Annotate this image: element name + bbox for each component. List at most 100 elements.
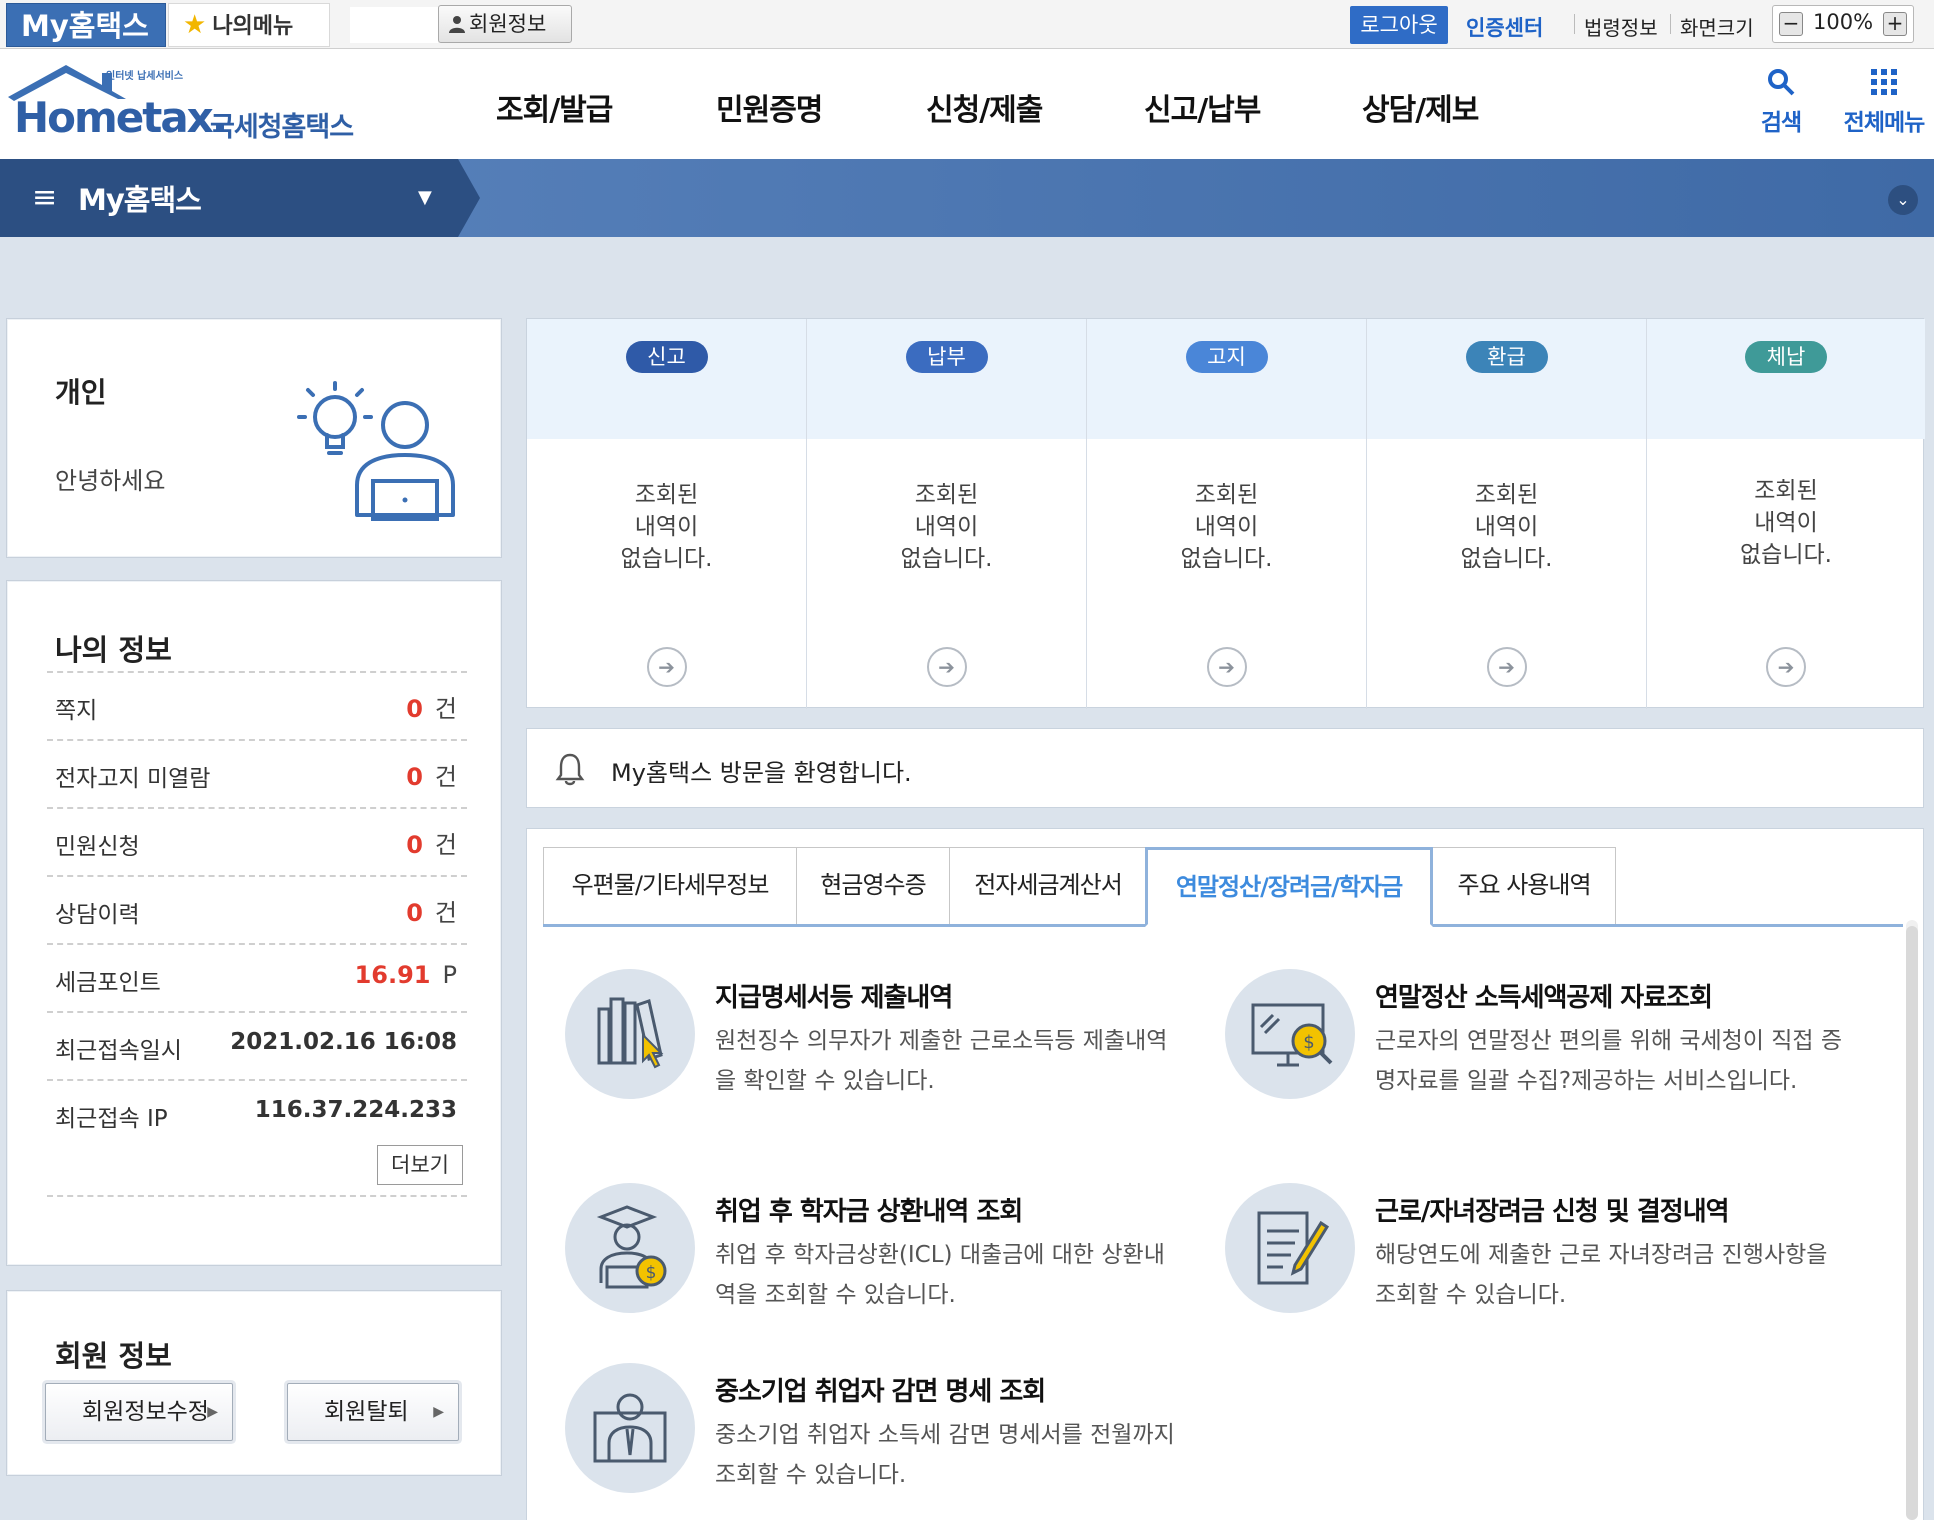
tab-usage-history[interactable]: 주요 사용내역 <box>1432 847 1616 924</box>
logo-korean-text: 국세청홈택스 <box>210 112 354 143</box>
info-value: 0건 <box>406 893 457 928</box>
tile-header <box>1087 319 1366 439</box>
note-count[interactable]: 0 <box>406 695 423 723</box>
withdraw-label: 회원탈퇴 <box>324 1399 409 1425</box>
service-title: 취업 후 학자금 상환내역 조회 <box>715 1197 1023 1227</box>
expand-nav-button[interactable]: ⌄ <box>1888 185 1918 215</box>
more-button[interactable]: 더보기 <box>377 1145 463 1185</box>
tile-message-line: 없습니다. <box>1460 546 1553 572</box>
tile-message-line: 없습니다. <box>1740 542 1832 568</box>
tile-message-line: 조회된 <box>1194 482 1259 508</box>
tile-payment[interactable]: 납부 조회된 내역이 없습니다. ➔ <box>807 319 1087 709</box>
zoom-value: 100% <box>1813 10 1874 34</box>
service-tabs: 우편물/기타세무정보 현금영수증 전자세금계산서 연말정산/장려금/학자금 주요… <box>543 847 1903 927</box>
info-label: 최근접속 IP <box>55 1106 168 1132</box>
tile-refund[interactable]: 환급 조회된 내역이 없습니다. ➔ <box>1367 319 1647 709</box>
graduate-icon: $ <box>565 1183 695 1313</box>
arrow-right-circle-icon[interactable]: ➔ <box>926 647 967 687</box>
service-desc: 해당연도에 제출한 근로 자녀장려금 진행사항을 조회할 수 있습니다. <box>1375 1242 1828 1308</box>
tab-year-end-settlement[interactable]: 연말정산/장려금/학자금 <box>1145 847 1433 927</box>
bell-icon <box>555 753 585 786</box>
tile-header <box>807 319 1086 439</box>
tab-e-tax-invoice[interactable]: 전자세금계산서 <box>949 847 1147 924</box>
info-row-last-ip: 최근접속 IP 116.37.224.233 <box>47 1079 467 1147</box>
my-hometax-tab[interactable]: My홈택스 <box>6 3 166 47</box>
status-badge: 납부 <box>905 341 988 373</box>
info-unit: 건 <box>434 831 457 859</box>
zoom-out-button[interactable]: − <box>1779 12 1803 36</box>
service-item-deduction-data[interactable]: $ 연말정산 소득세액공제 자료조회 근로자의 연말정산 편의를 위해 국세청이… <box>1225 969 1865 1149</box>
service-desc: 취업 후 학자금상환(ICL) 대출금에 대한 상환내역을 조회할 수 있습니다… <box>715 1242 1165 1308</box>
panel-scrollbar[interactable] <box>1906 920 1918 1520</box>
document-pen-icon <box>1225 1183 1355 1313</box>
arrow-right-circle-icon[interactable]: ➔ <box>646 647 687 687</box>
cert-center-link[interactable]: 인증센터 <box>1466 12 1543 42</box>
info-row-consult[interactable]: 상담이력 0건 <box>47 875 467 943</box>
greeting-text: 안녕하세요 <box>55 467 166 495</box>
chevron-down-icon: ▼ <box>418 187 432 208</box>
tile-message-line: 조회된 <box>634 482 699 508</box>
edit-member-button[interactable]: 회원정보수정 ▶ <box>45 1383 233 1441</box>
arrow-right-circle-icon[interactable]: ➔ <box>1206 647 1247 687</box>
tab-cash-receipt[interactable]: 현금영수증 <box>796 847 950 924</box>
info-row-tax-point[interactable]: 세금포인트 16.91 P <box>47 943 467 1011</box>
consult-count[interactable]: 0 <box>406 899 423 927</box>
arrow-right-circle-icon[interactable]: ➔ <box>1486 647 1527 687</box>
service-item-student-loan[interactable]: $ 취업 후 학자금 상환내역 조회 취업 후 학자금상환(ICL) 대출금에 … <box>565 1183 1205 1333</box>
info-label: 쪽지 <box>55 698 98 724</box>
gnb-certificate[interactable]: 민원증명 <box>716 85 823 129</box>
info-row-civil[interactable]: 민원신청 0건 <box>47 807 467 875</box>
withdraw-button[interactable]: 회원탈퇴 ▶ <box>287 1383 459 1441</box>
personal-card: 개인 안녕하세요 <box>6 318 502 558</box>
tile-message-line: 내역이 <box>1474 514 1539 540</box>
all-menu-button[interactable]: 전체메뉴 <box>1838 67 1930 137</box>
member-info-button[interactable]: 회원정보 <box>438 5 572 43</box>
logo-small-text: 인터넷 납세서비스 <box>106 71 184 82</box>
info-label: 최근접속일시 <box>55 1038 182 1064</box>
grid-icon <box>1871 69 1897 95</box>
employee-icon <box>565 1363 695 1493</box>
service-panel: 우편물/기타세무정보 현금영수증 전자세금계산서 연말정산/장려금/학자금 주요… <box>526 828 1924 1520</box>
tax-point-value[interactable]: 16.91 <box>355 961 431 989</box>
hometax-logo[interactable]: 인터넷 납세서비스 Hometax. 국세청홈택스 <box>4 63 374 153</box>
gnb-inquiry[interactable]: 조회/발급 <box>496 85 613 129</box>
info-row-note[interactable]: 쪽지 0건 <box>47 671 467 739</box>
info-value: 0건 <box>406 689 457 724</box>
tile-message-line: 내역이 <box>634 514 699 540</box>
personal-title: 개인 <box>55 376 107 409</box>
civil-count[interactable]: 0 <box>406 831 423 859</box>
tile-arrears[interactable]: 체납 조회된 내역이 없습니다. ➔ <box>1647 319 1925 709</box>
divider <box>47 1195 467 1197</box>
e-notice-count[interactable]: 0 <box>406 763 423 791</box>
arrow-right-circle-icon[interactable]: ➔ <box>1766 647 1806 687</box>
zoom-in-button[interactable]: + <box>1883 12 1907 36</box>
tab-mail-other[interactable]: 우편물/기타세무정보 <box>543 847 797 924</box>
my-menu-button[interactable]: ★ 나의메뉴 <box>168 3 330 47</box>
chevron-right-icon: ▶ <box>207 1404 218 1420</box>
search-button[interactable]: 검색 <box>1756 67 1806 137</box>
tile-notice[interactable]: 고지 조회된 내역이 없습니다. ➔ <box>1087 319 1367 709</box>
service-desc: 근로자의 연말정산 편의를 위해 국세청이 직접 증명자료를 일괄 수집?제공하… <box>1375 1028 1843 1094</box>
my-hometax-dropdown[interactable]: ≡ My홈택스 ▼ <box>0 159 480 237</box>
info-row-last-login: 최근접속일시 2021.02.16 16:08 <box>47 1011 467 1079</box>
tile-report[interactable]: 신고 조회된 내역이 없습니다. ➔ <box>527 319 807 709</box>
gnb-application[interactable]: 신청/제출 <box>926 85 1043 129</box>
info-value: 0건 <box>406 825 457 860</box>
service-item-sme-exemption[interactable]: 중소기업 취업자 감면 명세 조회 중소기업 취업자 소득세 감면 명세서를 전… <box>565 1363 1205 1513</box>
info-row-e-notice[interactable]: 전자고지 미열람 0건 <box>47 739 467 807</box>
law-info-link[interactable]: 법령정보 <box>1584 12 1658 41</box>
last-login-time: 2021.02.16 16:08 <box>230 1029 457 1055</box>
service-item-payment-statement[interactable]: 지급명세서등 제출내역 원천징수 의무자가 제출한 근로소득등 제출내역을 확인… <box>565 969 1205 1149</box>
gnb-consult[interactable]: 상담/제보 <box>1362 85 1479 129</box>
service-title: 근로/자녀장려금 신청 및 결정내역 <box>1375 1197 1730 1227</box>
member-title: 회원 정보 <box>55 1339 172 1373</box>
tile-message: 조회된 내역이 없습니다. <box>1367 479 1646 575</box>
scrollbar-thumb[interactable] <box>1906 926 1918 1520</box>
tile-message-line: 없습니다. <box>900 546 993 572</box>
gnb-report-payment[interactable]: 신고/납부 <box>1144 85 1261 129</box>
logout-button[interactable]: 로그아웃 <box>1350 6 1448 44</box>
info-label: 전자고지 미열람 <box>55 766 211 792</box>
service-desc: 원천징수 의무자가 제출한 근로소득등 제출내역을 확인할 수 있습니다. <box>715 1028 1168 1094</box>
service-item-incentive[interactable]: 근로/자녀장려금 신청 및 결정내역 해당연도에 제출한 근로 자녀장려금 진행… <box>1225 1183 1865 1333</box>
status-badge: 환급 <box>1465 341 1548 373</box>
